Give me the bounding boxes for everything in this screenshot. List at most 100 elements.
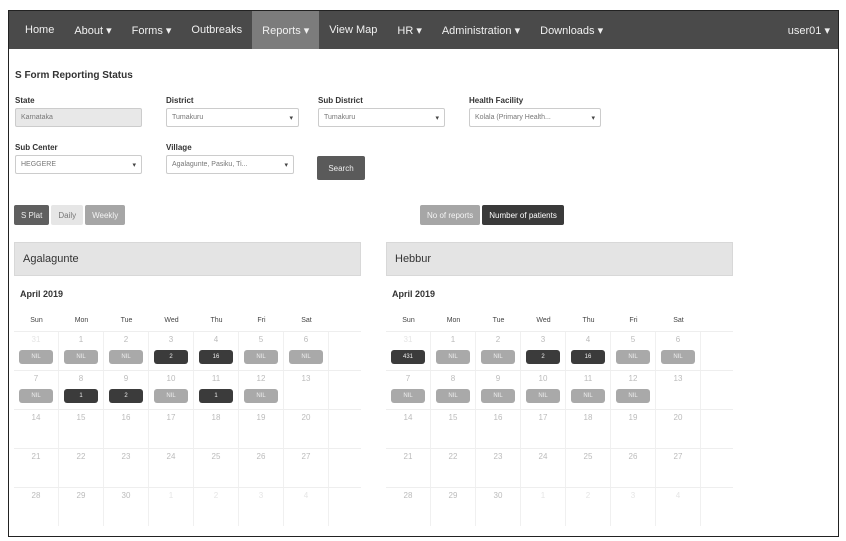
calendar-day[interactable]: 31 NIL [14,332,59,370]
calendar-day[interactable]: 1 [149,488,194,526]
calendar-day[interactable]: 31 431 [386,332,431,370]
report-count-badge[interactable]: NIL [154,389,188,403]
calendar-day[interactable]: 16 [476,410,521,448]
sub-district-select[interactable]: Tumakuru ▾ [318,108,445,127]
calendar-day[interactable]: 27 [284,449,329,487]
report-count-badge[interactable]: NIL [19,389,53,403]
report-count-badge[interactable]: NIL [289,350,323,364]
calendar-day[interactable]: 21 [14,449,59,487]
calendar-day[interactable]: 1 NIL [59,332,104,370]
report-count-badge[interactable]: 2 [154,350,188,364]
report-count-badge[interactable]: NIL [244,350,278,364]
calendar-day[interactable]: 20 [656,410,701,448]
calendar-day[interactable]: 8 NIL [431,371,476,409]
calendar-day[interactable]: 7 NIL [386,371,431,409]
calendar-day[interactable]: 9 NIL [476,371,521,409]
report-count-badge[interactable]: 431 [391,350,425,364]
calendar-day[interactable]: 23 [104,449,149,487]
calendar-day[interactable]: 19 [239,410,284,448]
calendar-day[interactable]: 1 [521,488,566,526]
nav-item-hr[interactable]: HR ▾ [387,11,431,49]
calendar-day[interactable]: 16 [104,410,149,448]
calendar-day[interactable]: 2 [566,488,611,526]
calendar-day[interactable]: 14 [14,410,59,448]
calendar-day[interactable]: 19 [611,410,656,448]
calendar-day[interactable]: 26 [239,449,284,487]
calendar-day[interactable]: 2 NIL [476,332,521,370]
calendar-day[interactable]: 3 [611,488,656,526]
metric-toggle-patients[interactable]: Number of patients [482,205,564,225]
calendar-day[interactable]: 18 [566,410,611,448]
report-count-badge[interactable]: NIL [571,389,605,403]
calendar-day[interactable]: 15 [431,410,476,448]
calendar-day[interactable]: 14 [386,410,431,448]
calendar-day[interactable]: 27 [656,449,701,487]
report-count-badge[interactable]: NIL [436,350,470,364]
report-count-badge[interactable]: NIL [481,389,515,403]
calendar-day[interactable]: 22 [59,449,104,487]
calendar-day[interactable]: 4 16 [566,332,611,370]
calendar-day[interactable]: 18 [194,410,239,448]
view-toggle-daily[interactable]: Daily [51,205,84,225]
report-count-badge[interactable]: NIL [109,350,143,364]
nav-item-administration[interactable]: Administration ▾ [432,11,530,49]
calendar-day[interactable]: 92 [104,371,149,409]
calendar-day[interactable]: 20 [284,410,329,448]
state-input[interactable]: Karnataka [15,108,142,127]
calendar-day[interactable]: 3 [239,488,284,526]
calendar-day[interactable]: 28 [386,488,431,526]
calendar-day[interactable]: 11 1 [194,371,239,409]
calendar-day[interactable]: 15 [59,410,104,448]
report-count-badge[interactable]: NIL [661,350,695,364]
calendar-day[interactable]: 25 [566,449,611,487]
calendar-day[interactable]: 17 [521,410,566,448]
calendar-day[interactable]: 32 [149,332,194,370]
calendar-day[interactable]: 29 [59,488,104,526]
calendar-day[interactable]: 29 [431,488,476,526]
calendar-day[interactable]: 17 [149,410,194,448]
report-count-badge[interactable]: NIL [616,350,650,364]
report-count-badge[interactable]: NIL [64,350,98,364]
calendar-day[interactable]: 22 [431,449,476,487]
report-count-badge[interactable]: 2 [526,350,560,364]
calendar-day[interactable]: 10 NIL [521,371,566,409]
report-count-badge[interactable]: 16 [571,350,605,364]
nav-item-outbreaks[interactable]: Outbreaks [181,11,252,49]
calendar-day[interactable]: 7 NIL [14,371,59,409]
report-count-badge[interactable]: NIL [244,389,278,403]
calendar-day[interactable]: 1 NIL [431,332,476,370]
calendar-day[interactable]: 4 [284,488,329,526]
calendar-day[interactable]: 2 [194,488,239,526]
report-count-badge[interactable]: NIL [19,350,53,364]
calendar-day[interactable]: 4 [656,488,701,526]
calendar-day[interactable]: 24 [521,449,566,487]
metric-toggle-reports[interactable]: No of reports [420,205,481,225]
nav-item-about[interactable]: About ▾ [64,11,121,49]
view-toggle-splat[interactable]: S Plat [14,205,50,225]
nav-item-downloads[interactable]: Downloads ▾ [530,11,613,49]
report-count-badge[interactable]: NIL [481,350,515,364]
calendar-day[interactable]: 28 [14,488,59,526]
nav-item-view-map[interactable]: View Map [319,11,387,49]
district-select[interactable]: Tumakuru ▾ [166,108,299,127]
report-count-badge[interactable]: 2 [109,389,143,403]
nav-item-home[interactable]: Home [15,11,64,49]
calendar-day[interactable]: 6 NIL [656,332,701,370]
health-facility-select[interactable]: Kolala (Primary Health... ▾ [469,108,601,127]
calendar-day[interactable]: 26 [611,449,656,487]
calendar-day[interactable]: 23 [476,449,521,487]
nav-item-forms[interactable]: Forms ▾ [122,11,182,49]
report-count-badge[interactable]: 1 [199,389,233,403]
calendar-day[interactable]: 30 [476,488,521,526]
nav-item-reports[interactable]: Reports ▾ [252,11,320,49]
calendar-day[interactable]: 12 NIL [239,371,284,409]
search-button[interactable]: Search [317,156,365,180]
calendar-day[interactable]: 32 [521,332,566,370]
report-count-badge[interactable]: NIL [391,389,425,403]
calendar-day[interactable]: 24 [149,449,194,487]
village-select[interactable]: Agalagunte, Pasiku, Ti... ▾ [166,155,294,174]
user-menu[interactable]: user01 ▾ [778,11,838,49]
report-count-badge[interactable]: NIL [616,389,650,403]
calendar-day[interactable]: 6 NIL [284,332,329,370]
report-count-badge[interactable]: NIL [436,389,470,403]
